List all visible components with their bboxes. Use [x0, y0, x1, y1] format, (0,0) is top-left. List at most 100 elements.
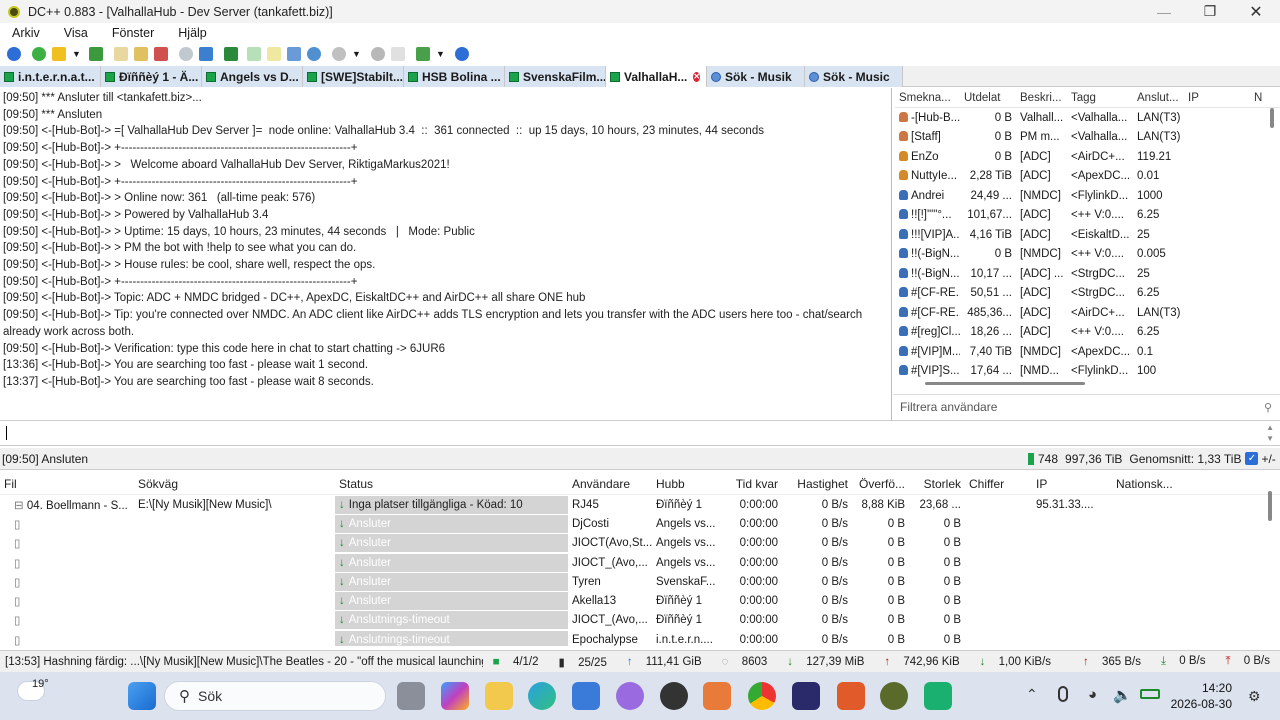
user-list-hscrollbar[interactable]: [925, 382, 1085, 385]
edge-icon[interactable]: [528, 682, 556, 710]
taskbar-clock[interactable]: 14:20 2026-08-30: [1171, 680, 1232, 712]
net-stats-icon[interactable]: [247, 47, 261, 61]
transfer-row[interactable]: ▯ ↓ Ansluter JIOCT_(Avo,... Angels vs... 0:0…: [0, 553, 1280, 572]
back-icon[interactable]: [7, 47, 21, 61]
notifications-icon[interactable]: ⚙: [1248, 688, 1261, 705]
input-scroll-arrows[interactable]: ▲ ▼: [1266, 422, 1274, 444]
close-tab-icon[interactable]: ✕: [693, 71, 701, 82]
transfer-row[interactable]: ▯ ↓ Anslutnings-timeout JIOCT_(Avo,... Ðïññ…: [0, 611, 1280, 630]
podcast-icon[interactable]: [616, 682, 644, 710]
dcpp-taskbar-icon[interactable]: [880, 682, 908, 710]
col-ip[interactable]: IP: [1184, 92, 1250, 104]
transfer-scrollbar[interactable]: [1268, 491, 1272, 521]
transfer-row[interactable]: ⊟ 04. Boellmann - S... E:\[Ny Musik][New …: [0, 495, 1280, 514]
help-icon[interactable]: [455, 47, 469, 61]
col-status[interactable]: Status: [335, 477, 568, 491]
col-file[interactable]: Fil: [0, 477, 134, 491]
chevron-down-icon[interactable]: ▼: [72, 47, 81, 61]
col-speed[interactable]: Hastighet: [782, 477, 852, 491]
message-input[interactable]: ▲ ▼: [0, 420, 1280, 446]
maximize-button[interactable]: ❐: [1187, 0, 1233, 23]
transfer-row[interactable]: ▯ ↓ Ansluter Akella13 Ðïññèý 1 0:00:00 0 B/s 0…: [0, 591, 1280, 611]
col-conn[interactable]: Anslut...: [1133, 92, 1184, 104]
col-hub[interactable]: Hubb: [652, 477, 718, 491]
tab-search-music[interactable]: Sök - Music: [805, 66, 903, 87]
tab-search-musik[interactable]: Sök - Musik: [707, 66, 805, 87]
plugins-icon[interactable]: [416, 47, 430, 61]
upload-icon[interactable]: [154, 47, 168, 61]
checkbox-checked-icon[interactable]: ✓: [1245, 452, 1259, 465]
user-row[interactable]: #[reg]Cl... 18,26 ... [ADC] <++ V:0.... 6.25: [895, 323, 1280, 343]
user-row[interactable]: -[Hub-B... 0 B Valhall... <Valhalla... LAN(T…: [895, 108, 1280, 128]
tab-hub-internat[interactable]: i.n.t.e.r.n.a.t...: [0, 66, 101, 87]
wifi-icon[interactable]: ◕: [1088, 686, 1097, 703]
copilot-icon[interactable]: [441, 682, 469, 710]
favorites-icon[interactable]: [52, 47, 66, 61]
col-share[interactable]: Utdelat: [960, 92, 1016, 104]
user-list-scrollbar[interactable]: [1270, 108, 1274, 128]
menu-hjalp[interactable]: Hjälp: [166, 26, 219, 40]
toggle-userlist-button[interactable]: +/-: [1261, 452, 1275, 466]
transfer-row[interactable]: ▯ ↓ Ansluter DjCosti Angels vs... 0:00:00 0 B…: [0, 514, 1280, 533]
col-ip[interactable]: IP: [1032, 477, 1112, 491]
menu-arkiv[interactable]: Arkiv: [0, 26, 52, 40]
tab-hub-angels[interactable]: Angels vs D...: [202, 66, 303, 87]
user-row[interactable]: #[CF-RE... 50,51 ... [ADC] <StrgDC... 6.25: [895, 284, 1280, 304]
tab-hub-valhalla[interactable]: ValhallaH... ✕: [606, 66, 707, 87]
user-list[interactable]: Smekna... Utdelat Beskri... Tagg Anslut.…: [895, 88, 1280, 393]
col-size[interactable]: Storlek: [909, 477, 965, 491]
connect-icon[interactable]: [32, 47, 46, 61]
video-icon[interactable]: [703, 682, 731, 710]
tab-hub-swe[interactable]: [SWE]Stabilt...: [303, 66, 404, 87]
col-path[interactable]: Sökväg: [134, 477, 335, 491]
user-row[interactable]: !!(-BigN... 0 B [NMDC] <++ V:0.... 0.005: [895, 245, 1280, 265]
users-icon[interactable]: [89, 47, 103, 61]
col-desc[interactable]: Beskri...: [1016, 92, 1067, 104]
chevron-down-icon-3[interactable]: ▼: [436, 47, 445, 61]
user-row[interactable]: !!(-BigN... 10,17 ... [ADC] ... <StrgDC... 2…: [895, 264, 1280, 284]
finished-icon[interactable]: [134, 47, 148, 61]
volume-icon[interactable]: 🔈: [1113, 686, 1132, 704]
search-icon[interactable]: [179, 47, 193, 61]
microphone-icon[interactable]: [1058, 686, 1068, 702]
user-row[interactable]: !!![VIP]A... 4,16 TiB [ADC] <EiskaltD... 25: [895, 225, 1280, 245]
store-icon[interactable]: [572, 682, 600, 710]
hashtag-app-icon[interactable]: [837, 682, 865, 710]
adl-search-icon[interactable]: [199, 47, 213, 61]
col-user[interactable]: Användare: [568, 477, 652, 491]
tab-hub-svenskafilm[interactable]: SvenskaFilm...: [505, 66, 606, 87]
transfer-row[interactable]: ▯ ↓ Ansluter Tyren SvenskaF... 0:00:00 0 B/s 0…: [0, 572, 1280, 591]
file-explorer-icon[interactable]: [485, 682, 513, 710]
menu-fonster[interactable]: Fönster: [100, 26, 166, 40]
col-n[interactable]: N: [1250, 92, 1270, 104]
user-row[interactable]: !![!]'""°... 101,67... [ADC] <++ V:0.... 6.2…: [895, 206, 1280, 226]
taskbar-search[interactable]: ⚲ Sök: [164, 681, 386, 711]
col-tag[interactable]: Tagg: [1067, 92, 1133, 104]
media-player-icon[interactable]: [660, 682, 688, 710]
chevron-up-icon[interactable]: ⌃: [1026, 686, 1038, 703]
col-cipher[interactable]: Chiffer: [965, 477, 1032, 491]
col-country[interactable]: Nationsk...: [1112, 477, 1192, 491]
user-row[interactable]: #[CF-RE... 485,36... [ADC] <AirDC+... LAN(T3…: [895, 303, 1280, 323]
user-row[interactable]: EnZo 0 B [ADC] <AirDC+... 119.21: [895, 147, 1280, 167]
col-transferred[interactable]: Överfö...: [852, 477, 909, 491]
chat-log[interactable]: [09:50] *** Ansluter till <tankafett.biz…: [0, 88, 892, 420]
col-nick[interactable]: Smekna...: [895, 92, 960, 104]
chevron-down-icon-2[interactable]: ▼: [352, 47, 361, 61]
minimize-button[interactable]: —: [1141, 0, 1187, 23]
chrome-icon[interactable]: [748, 682, 776, 710]
tab-hub-hsb[interactable]: HSB Bolina ...: [404, 66, 505, 87]
user-filter-field[interactable]: Filtrera användare ⚲: [893, 394, 1280, 418]
battery-icon[interactable]: [1140, 689, 1160, 699]
user-row[interactable]: #[VIP]S... 17,64 ... [NMD... <FlylinkD... 10…: [895, 362, 1280, 382]
user-row[interactable]: NuttyIe... 2,28 TiB [ADC] <ApexDC... 0.01: [895, 167, 1280, 187]
task-view-icon[interactable]: [397, 682, 425, 710]
transfer-list[interactable]: Fil Sökväg Status Användare Hubb Tid kva…: [0, 473, 1280, 646]
notepad-icon[interactable]: [224, 47, 238, 61]
open-file-list-icon[interactable]: [267, 47, 281, 61]
app-m-icon[interactable]: [792, 682, 820, 710]
queue-icon[interactable]: [114, 47, 128, 61]
tab-hub-russia[interactable]: Ðïññèý 1 - Ä...: [101, 66, 202, 87]
transfer-row[interactable]: ▯ ↓ Anslutnings-timeout Epochalypse i.n.t.e…: [0, 630, 1280, 646]
away-icon[interactable]: [332, 47, 346, 61]
